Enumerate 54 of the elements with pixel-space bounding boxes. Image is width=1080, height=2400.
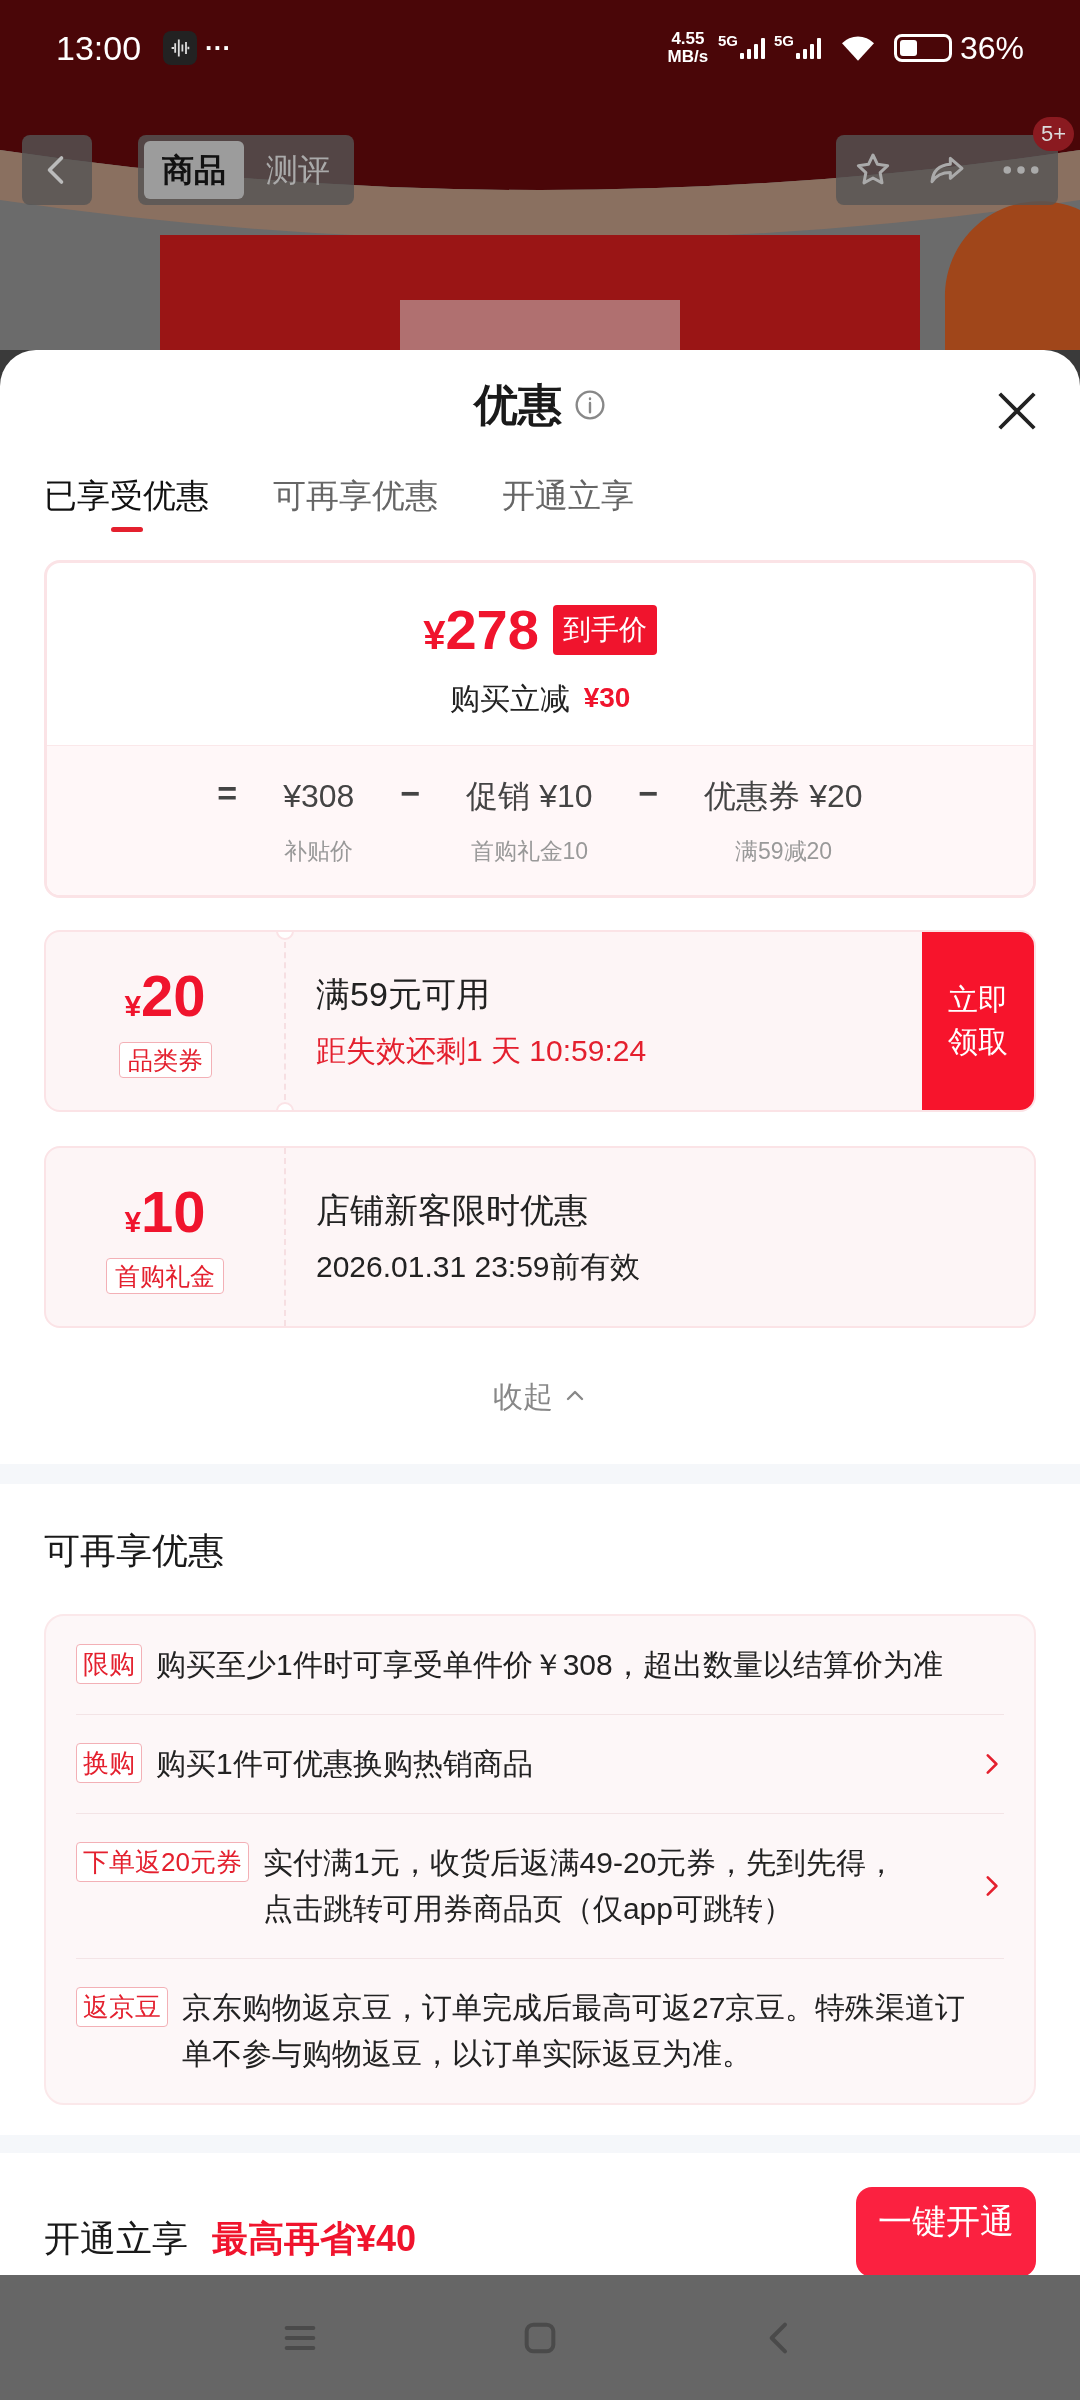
formula-term: 促销 ¥10 [466, 777, 593, 817]
offer-text: 实付满1元，收货后返满49-20元券，先到先得，点击跳转可用券商品页（仅app可跳转） [262, 1845, 898, 1927]
saving-label: 购买立减 [449, 680, 570, 717]
signal-icon [737, 36, 768, 60]
page-tab[interactable]: 测评 [248, 141, 348, 199]
notification-more: ··· [205, 31, 232, 65]
offer-tag: 下单返20元券 [76, 1842, 249, 1882]
battery-percent: 36% [959, 29, 1024, 68]
battery-icon [893, 34, 952, 62]
sheet-title: 优惠 [474, 379, 562, 431]
offer-text: 购买1件可优惠换购热销商品 [156, 1746, 534, 1782]
formula-operator: = [217, 773, 238, 814]
section-title: 可再享优惠 [43, 1529, 225, 1573]
offer-text: 购买至少1件时可享受单件价￥308，超出数量以结算价为准 [156, 1647, 944, 1683]
offer-text: 京东购物返京豆，订单完成后最高可返27京豆。特殊渠道订单不参与购物返豆，以订单实际返豆为准。 [182, 1990, 967, 2072]
collapse-button[interactable]: 收起 [493, 1364, 587, 1428]
coupon-condition: 店铺新客限时优惠 [316, 1190, 589, 1231]
final-price: ¥278 [423, 596, 539, 663]
network-type: 5G [773, 31, 794, 51]
formula-operator: − [638, 773, 659, 814]
formula-operator: − [400, 773, 421, 814]
coupon-type: 首购礼金 [106, 1258, 224, 1294]
formula-note: 满59减20 [734, 837, 833, 867]
discount-tab[interactable]: 已享受优惠 [44, 460, 209, 532]
formula-note: 首购礼金10 [470, 837, 589, 867]
page-tab[interactable]: 商品 [144, 141, 244, 199]
network-type: 5G [717, 31, 738, 51]
price-tag: 到手价 [552, 604, 657, 655]
discount-tab[interactable]: 可再享优惠 [273, 460, 438, 532]
clock: 13:00 [56, 27, 142, 69]
network-speed: 4.55 MB/s [666, 30, 710, 66]
saving-amount: ¥30 [583, 681, 631, 715]
coupon-amount: ¥10 [124, 1180, 206, 1246]
discount-tab[interactable]: 开通立享 [502, 460, 634, 532]
formula-term: 优惠券 ¥20 [704, 777, 863, 817]
formula-note: 补贴价 [284, 837, 354, 867]
more-icon[interactable] [1001, 165, 1041, 175]
activate-button[interactable]: 一键开通 [856, 2187, 1036, 2275]
coupon-type: 品类券 [118, 1042, 212, 1078]
coupon-condition: 满59元可用 [316, 974, 491, 1015]
signal-icon [793, 36, 824, 60]
offer-tag: 换购 [76, 1743, 142, 1783]
section-title: 开通立享 [44, 2217, 188, 2261]
extra-saving: 最高再省¥40 [212, 2217, 417, 2261]
back-button[interactable] [22, 135, 92, 205]
info-icon[interactable] [574, 389, 606, 421]
offer-tag: 限购 [76, 1644, 142, 1684]
claim-button[interactable]: 立即领取 [922, 932, 1034, 1110]
formula-term: ¥308 [283, 777, 355, 817]
coupon-validity: 2026.01.31 23:59前有效 [316, 1249, 641, 1285]
coupon-amount: ¥20 [124, 964, 206, 1030]
app-icon [163, 31, 198, 65]
offer-tag: 返京豆 [76, 1987, 168, 2027]
coupon-validity: 距失效还剩1 天 10:59:24 [316, 1033, 648, 1069]
